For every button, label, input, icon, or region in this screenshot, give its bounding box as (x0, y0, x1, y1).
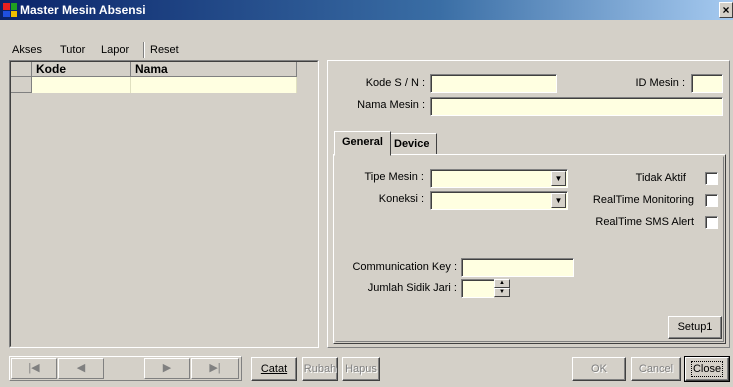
menu-akses[interactable]: Akses (12, 44, 42, 56)
menu-lapor[interactable]: Lapor (101, 44, 129, 56)
koneksi-label: Koneksi : (378, 193, 424, 205)
id-mesin-label: ID Mesin : (635, 77, 685, 89)
column-header-nama[interactable]: Nama (131, 62, 297, 77)
grid-corner (11, 62, 32, 77)
app-icon (3, 3, 17, 17)
setup-button[interactable]: Setup1 (668, 316, 722, 339)
jumlah-spinner[interactable]: ▲ ▼ (494, 279, 510, 298)
nama-mesin-label: Nama Mesin : (357, 99, 425, 111)
tidak-aktif-label: Tidak Aktif (635, 172, 686, 184)
menu-separator (143, 42, 145, 58)
data-grid[interactable]: Kode Nama (9, 60, 319, 348)
nama-mesin-field[interactable] (430, 97, 723, 116)
hapus-button[interactable]: Hapus (342, 357, 380, 381)
kode-sn-field[interactable] (430, 74, 557, 93)
window-title: Master Mesin Absensi (20, 3, 146, 17)
realtime-sms-checkbox[interactable] (705, 216, 718, 229)
menu-reset[interactable]: Reset (150, 44, 179, 56)
menu-bar: Akses Tutor Lapor Reset (0, 20, 733, 60)
jumlah-sidik-jari-label: Jumlah Sidik Jari : (367, 282, 457, 294)
rubah-button[interactable]: Rubah (302, 357, 338, 381)
cell-kode[interactable] (32, 77, 131, 93)
chevron-down-icon[interactable]: ▼ (551, 171, 566, 186)
title-bar: Master Mesin Absensi × (0, 0, 733, 20)
ok-button[interactable]: OK (572, 357, 626, 381)
tidak-aktif-checkbox[interactable] (705, 172, 718, 185)
chevron-down-icon[interactable]: ▼ (551, 193, 566, 208)
nav-first-button[interactable]: |◀ (11, 358, 57, 379)
cell-nama[interactable] (131, 77, 297, 93)
nav-last-button[interactable]: ▶| (191, 358, 239, 379)
realtime-monitoring-checkbox[interactable] (705, 194, 718, 207)
communication-key-label: Communication Key : (352, 261, 457, 273)
realtime-sms-label: RealTime SMS Alert (595, 216, 694, 228)
nav-next-button[interactable]: ▶ (144, 358, 190, 379)
communication-key-field[interactable] (461, 258, 574, 277)
close-button[interactable]: Close (684, 356, 730, 382)
close-button-label: Close (690, 361, 724, 377)
spin-down-icon[interactable]: ▼ (494, 288, 510, 297)
tab-device[interactable]: Device (386, 133, 438, 155)
menu-tutor[interactable]: Tutor (60, 44, 85, 56)
realtime-monitoring-label: RealTime Monitoring (592, 194, 694, 206)
tipe-mesin-select[interactable]: ▼ (430, 169, 568, 188)
nav-prev-button[interactable]: ◀ (58, 358, 104, 379)
kode-sn-label: Kode S / N : (365, 77, 425, 89)
tipe-mesin-label: Tipe Mesin : (364, 171, 424, 183)
close-window-button[interactable]: × (719, 2, 733, 18)
cancel-button[interactable]: Cancel (631, 357, 681, 381)
spin-up-icon[interactable]: ▲ (494, 279, 510, 288)
column-header-kode[interactable]: Kode (32, 62, 131, 77)
id-mesin-field[interactable] (691, 74, 723, 93)
catat-button[interactable]: Catat (251, 357, 297, 381)
koneksi-select[interactable]: ▼ (430, 191, 568, 210)
row-indicator[interactable] (11, 77, 32, 93)
jumlah-sidik-jari-field[interactable] (461, 279, 495, 298)
record-navigator: |◀ ◀ ▶ ▶| (9, 356, 242, 381)
tab-general[interactable]: General (334, 131, 391, 156)
